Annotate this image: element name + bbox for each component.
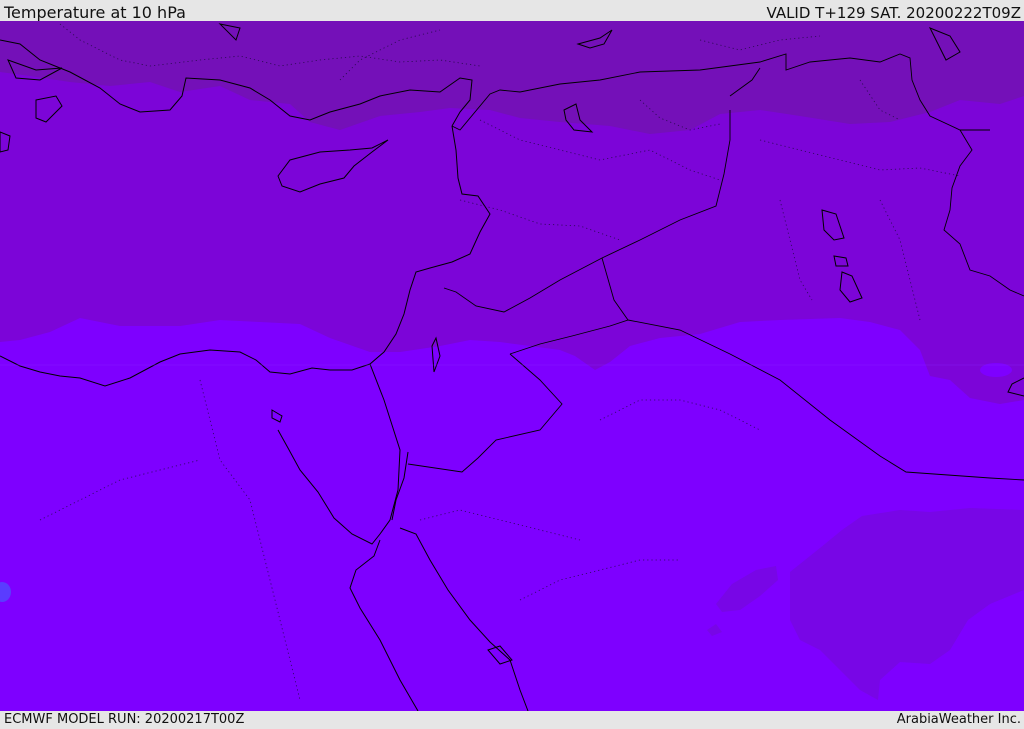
map-title: Temperature at 10 hPa [4, 3, 186, 22]
credit-label: ArabiaWeather Inc. [896, 712, 1021, 727]
footer-bar: ECMWF MODEL RUN: 20200217T00Z ArabiaWeat… [0, 711, 1024, 729]
valid-time: VALID T+129 SAT. 20200222T09Z [766, 4, 1021, 22]
map-canvas [0, 21, 1024, 711]
temperature-map[interactable] [0, 21, 1024, 711]
weather-map-frame: Temperature at 10 hPa VALID T+129 SAT. 2… [0, 0, 1024, 729]
header-bar: Temperature at 10 hPa VALID T+129 SAT. 2… [0, 0, 1024, 22]
model-run-label: ECMWF MODEL RUN: 20200217T00Z [4, 712, 245, 727]
